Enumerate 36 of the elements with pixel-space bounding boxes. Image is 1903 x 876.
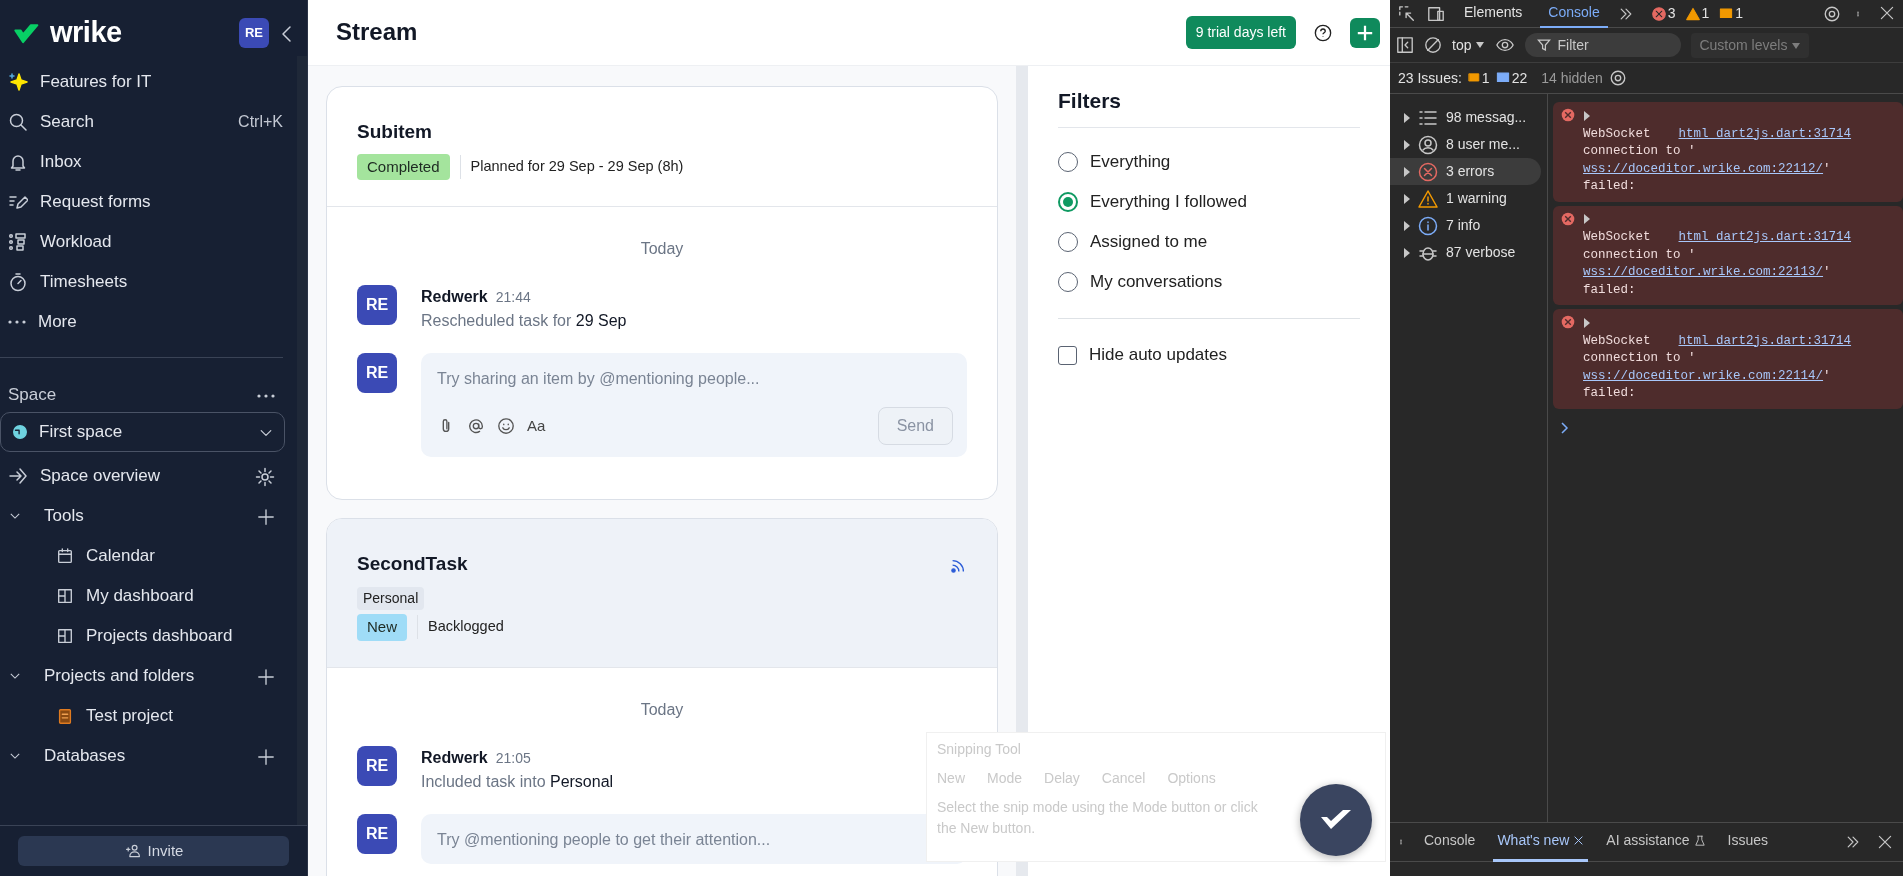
author-name: Redwerk [421,288,488,306]
message-text: connection to ' [1583,143,1697,160]
activity-text: Included task into Personal [421,771,614,792]
panel-title: Filters [1058,88,1360,129]
section-label: Tools [44,505,84,528]
message-text: failed: [1583,281,1637,299]
hidden-count: 14 hidden [1541,68,1603,88]
activity-text: Rescheduled task for 29 Sep [421,311,627,332]
message-text: failed: [1583,385,1637,402]
message-text: WebSocket [1583,125,1651,143]
timestamp: 21:05 [495,749,531,766]
shortcut-label: Ctrl+K [238,112,283,132]
user-avatar: RE [357,745,397,786]
author-name: Redwerk [421,748,488,766]
schedule-label: Planned for 29 Sep - 29 Sep (8h) [470,157,684,177]
section-label: Space [8,384,57,407]
section-label: Projects and folders [44,665,195,688]
message-text: WebSocket [1583,229,1651,246]
date-separator: Today [640,700,684,718]
message-text: ' [1823,265,1831,279]
message-text: connection to ' [1583,350,1697,367]
user-avatar: RE [357,353,397,394]
message-text: ' [1823,368,1831,383]
message-text: WebSocket [1583,332,1651,350]
message-text: connection to ' [1583,246,1697,264]
space-name: First space [39,421,123,444]
timestamp: 21:44 [495,289,531,306]
user-avatar: RE [357,813,397,854]
section-label: Databases [44,745,126,768]
user-avatar: RE [357,285,397,326]
message-text: ' [1823,161,1831,176]
date-separator: Today [640,240,684,258]
page-title: Stream [336,18,418,47]
message-text: failed: [1583,178,1637,195]
logo-text: wrike [50,15,122,51]
schedule-label: Backlogged [428,617,504,637]
